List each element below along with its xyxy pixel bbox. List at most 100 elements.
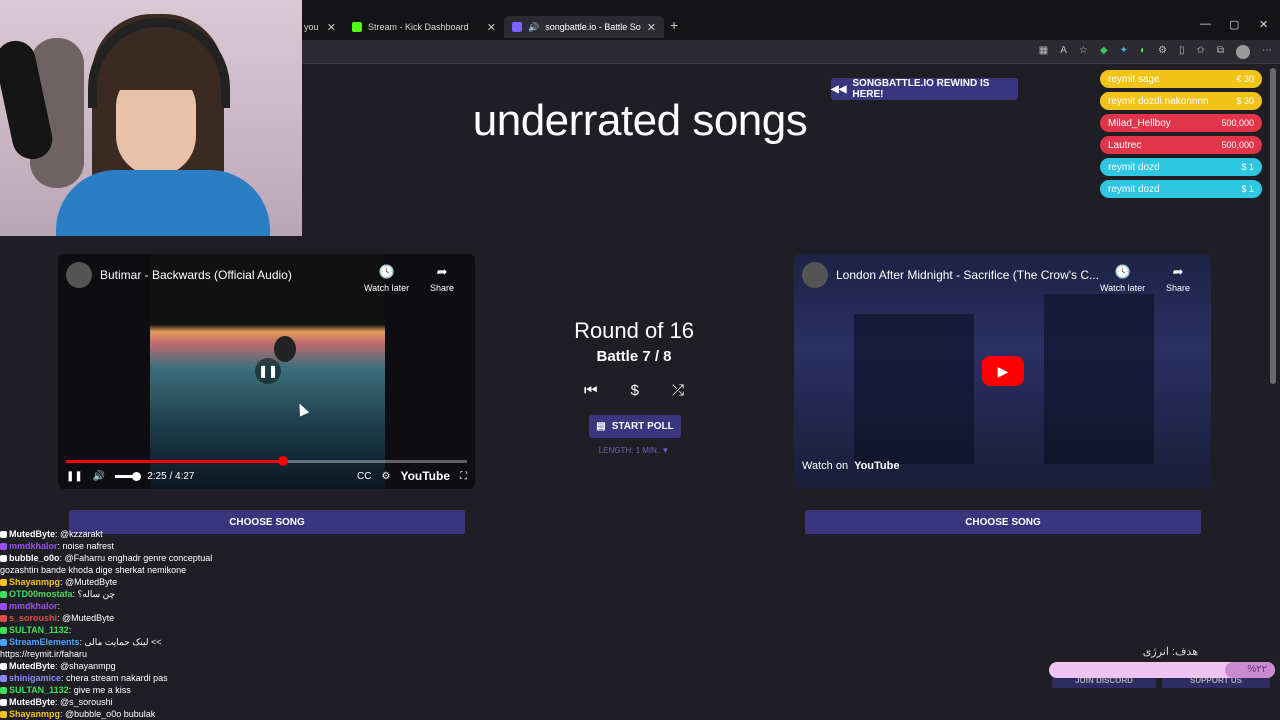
read-aloud-icon[interactable]: A xyxy=(1060,45,1067,59)
chat-text: : @Faharru enghadr genre conceptual xyxy=(59,553,213,563)
chat-message: SULTAN_1132: give me a kiss xyxy=(0,684,300,696)
video-title[interactable]: Butimar - Backwards (Official Audio) xyxy=(100,268,292,282)
kick-favicon-icon xyxy=(352,22,362,32)
chat-badge-icon xyxy=(0,603,7,610)
settings-gear-icon[interactable]: ⚙ xyxy=(381,471,390,482)
tab-close-icon[interactable]: ✕ xyxy=(487,21,496,34)
watch-on-youtube-link[interactable]: Watch on YouTube xyxy=(802,460,899,472)
captions-icon[interactable]: CC xyxy=(357,471,371,482)
tab-close-icon[interactable]: ✕ xyxy=(647,21,656,34)
tab-close-icon[interactable]: ✕ xyxy=(327,21,336,34)
progress-scrubber[interactable] xyxy=(277,456,288,466)
channel-avatar[interactable] xyxy=(802,262,828,288)
round-label: Round of 16 xyxy=(574,318,694,343)
chat-username[interactable]: MutedByte xyxy=(9,529,55,539)
puzzle-icon[interactable]: ⚙ xyxy=(1158,45,1167,59)
left-video-player[interactable]: Butimar - Backwards (Official Audio) 🕓 W… xyxy=(58,254,475,489)
chat-username[interactable]: StreamElements xyxy=(9,637,80,647)
chat-username[interactable]: MutedByte xyxy=(9,697,55,707)
profile-avatar[interactable] xyxy=(1236,45,1250,59)
scrollbar-thumb[interactable] xyxy=(1270,68,1276,384)
donation-alert: reymit sage € 30 xyxy=(1100,70,1262,88)
chat-text: : @kzzarakt xyxy=(55,529,103,539)
right-video-player[interactable]: London After Midnight - Sacrifice (The C… xyxy=(794,254,1211,489)
chat-badge-icon xyxy=(0,543,7,550)
share-button[interactable]: ➦ Share xyxy=(1166,264,1190,293)
volume-icon[interactable]: 🔊 xyxy=(93,471,105,482)
shuffle-icon[interactable]: ⤮ xyxy=(672,382,684,399)
close-window-button[interactable]: ✕ xyxy=(1259,18,1268,31)
app-icon[interactable]: ▦ xyxy=(1039,45,1048,59)
chat-username[interactable]: MutedByte xyxy=(9,661,55,671)
chat-username[interactable]: SULTAN_1132 xyxy=(9,685,69,695)
tab-songbattle[interactable]: 🔊 songbattle.io - Battle Songs ✕ xyxy=(504,16,664,38)
chat-username[interactable]: Shayanmpg xyxy=(9,577,60,587)
share-button[interactable]: ➦ Share xyxy=(430,264,454,293)
favorites-bar-icon[interactable]: ✩ xyxy=(1196,45,1204,59)
chat-message: MutedByte: @s_soroushi xyxy=(0,696,300,708)
youtube-logo[interactable]: YouTube xyxy=(400,469,450,483)
donation-alert: Lautrec 500,000 xyxy=(1100,136,1262,154)
play-button[interactable]: ▶ xyxy=(982,356,1024,386)
share-label: Share xyxy=(1166,283,1191,293)
donation-amount: 500,000 xyxy=(1221,118,1254,128)
pause-icon[interactable]: ❚❚ xyxy=(66,471,83,482)
previous-icon[interactable]: ⏮ xyxy=(584,382,598,399)
songbattle-favicon-icon xyxy=(512,22,522,32)
chat-badge-icon xyxy=(0,687,7,694)
chat-username[interactable]: mmdkhalor xyxy=(9,601,58,611)
chat-text: https://reymit.ir/faharu xyxy=(0,649,88,659)
maximize-button[interactable]: ▢ xyxy=(1229,18,1239,31)
chat-badge-icon xyxy=(0,663,7,670)
watch-later-button[interactable]: 🕓 Watch later xyxy=(364,264,409,293)
choose-right-song-button[interactable]: CHOOSE SONG xyxy=(805,510,1201,534)
start-poll-button[interactable]: ▤ START POLL xyxy=(589,415,681,438)
chat-username[interactable]: mmdkhalor xyxy=(9,541,58,551)
watch-later-button[interactable]: 🕓 Watch later xyxy=(1100,264,1145,293)
chat-text: : give me a kiss xyxy=(68,685,131,695)
chat-badge-icon xyxy=(0,627,7,634)
chat-username[interactable]: s_soroushi xyxy=(9,613,57,623)
tab-kick-dashboard[interactable]: Stream - Kick Dashboard ✕ xyxy=(344,16,504,38)
donor-name: reymit dozd xyxy=(1108,183,1160,195)
more-menu-icon[interactable]: ⋯ xyxy=(1262,45,1272,59)
player-controls: ❚❚ 🔊 2:25 / 4:27 CC ⚙ YouTube ⛶ xyxy=(66,468,467,484)
video-title[interactable]: London After Midnight - Sacrifice (The C… xyxy=(836,268,1099,282)
chat-username[interactable]: SULTAN_1132 xyxy=(9,625,69,635)
minimize-button[interactable]: — xyxy=(1200,18,1211,30)
donation-alert: reymit dozd $ 1 xyxy=(1100,158,1262,176)
fullscreen-icon[interactable]: ⛶ xyxy=(460,471,467,482)
video-progress-bar[interactable] xyxy=(66,456,467,466)
chat-badge-icon xyxy=(0,555,7,562)
tab-you[interactable]: you ✕ xyxy=(296,16,344,38)
chat-message: s_soroushi: @MutedByte xyxy=(0,612,300,624)
donation-amount: $ 1 xyxy=(1241,184,1254,194)
page-scrollbar[interactable] xyxy=(1269,66,1277,720)
chat-username[interactable]: shinigamice xyxy=(9,673,61,683)
center-pause-button[interactable]: ❚❚ xyxy=(255,358,281,384)
chat-username[interactable]: bubble_o0o xyxy=(9,553,60,563)
channel-avatar[interactable] xyxy=(66,262,92,288)
poll-length-select[interactable]: LENGTH: 1 MIN. ▼ xyxy=(534,446,734,455)
split-screen-icon[interactable]: ▯ xyxy=(1179,45,1185,59)
tab-label: you xyxy=(304,22,319,32)
chat-username[interactable]: Shayanmpg xyxy=(9,709,60,719)
shield-extension-icon[interactable]: ◆ xyxy=(1100,45,1108,59)
extension-icon[interactable]: ✦ xyxy=(1120,45,1128,59)
chat-text: : @MutedByte xyxy=(57,613,115,623)
new-tab-button[interactable]: + xyxy=(670,17,678,33)
chat-message: https://reymit.ir/faharu xyxy=(0,648,300,660)
chat-badge-icon xyxy=(0,675,7,682)
volume-slider[interactable] xyxy=(115,471,142,481)
donation-amount: $ 30 xyxy=(1236,96,1254,106)
page-title: underrated songs xyxy=(472,96,808,145)
progress-fill xyxy=(66,460,283,463)
chat-username[interactable]: OTD00mostafa xyxy=(9,589,73,599)
rewind-icon: ◀◀ xyxy=(831,83,847,95)
donation-alerts: reymit sage € 30 reymit dozdi nakonnnn $ 3… xyxy=(1100,70,1262,202)
collections-icon[interactable]: ⧉ xyxy=(1217,45,1224,59)
extension-icon[interactable]: ◐ xyxy=(1140,45,1146,59)
favorite-icon[interactable]: ☆ xyxy=(1079,45,1088,59)
donate-icon[interactable]: $ xyxy=(631,382,639,399)
watch-later-label: Watch later xyxy=(1100,283,1146,293)
